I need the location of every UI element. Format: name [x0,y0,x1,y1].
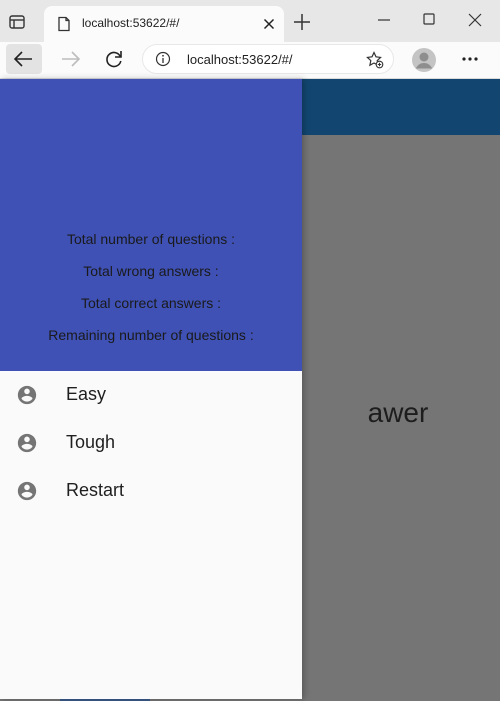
menu-item-easy[interactable]: Easy [0,371,302,419]
close-tab-icon[interactable] [260,15,278,33]
browser-toolbar: localhost:53622/#/ [0,42,500,79]
address-text[interactable]: localhost:53622/#/ [187,52,293,67]
total-correct-answers-label: Total correct answers : [80,295,222,311]
page-icon [56,16,72,32]
menu-label-tough: Tough [66,432,116,452]
browser-tab-strip: localhost:53622/#/ [0,0,500,42]
account-circle-icon [16,384,38,406]
site-info-icon[interactable] [155,51,171,67]
account-circle-icon [16,480,38,502]
more-options-icon[interactable] [456,48,484,70]
new-tab-icon[interactable] [292,12,312,32]
profile-avatar-icon[interactable] [410,46,438,74]
remaining-questions-label: Remaining number of questions : [48,327,254,343]
forward-button[interactable] [52,44,88,74]
menu-item-tough[interactable]: Tough [0,419,302,467]
total-wrong-answers-label: Total wrong answers : [83,263,219,279]
back-button[interactable] [6,44,42,74]
total-questions-label: Total number of questions : [66,231,236,247]
navigation-drawer: Total number of questions : Total wrong … [0,79,302,699]
menu-label-restart: Restart [66,480,125,500]
menu-label-easy: Easy [66,384,107,404]
address-bar[interactable]: localhost:53622/#/ [142,44,394,74]
browser-tab[interactable]: localhost:53622/#/ [44,6,284,42]
close-window-icon[interactable] [465,10,485,30]
account-circle-icon [16,432,38,454]
tab-actions-icon[interactable] [6,11,28,33]
app-page: awer Total number of questions : Total w… [0,79,500,701]
reload-button[interactable] [96,44,132,74]
minimize-icon[interactable] [374,10,394,30]
menu-item-restart[interactable]: Restart [0,467,302,515]
tab-title: localhost:53622/#/ [82,16,180,30]
add-favorite-icon[interactable] [365,50,385,70]
drawer-header: Total number of questions : Total wrong … [0,79,302,371]
maximize-icon[interactable] [419,10,439,30]
